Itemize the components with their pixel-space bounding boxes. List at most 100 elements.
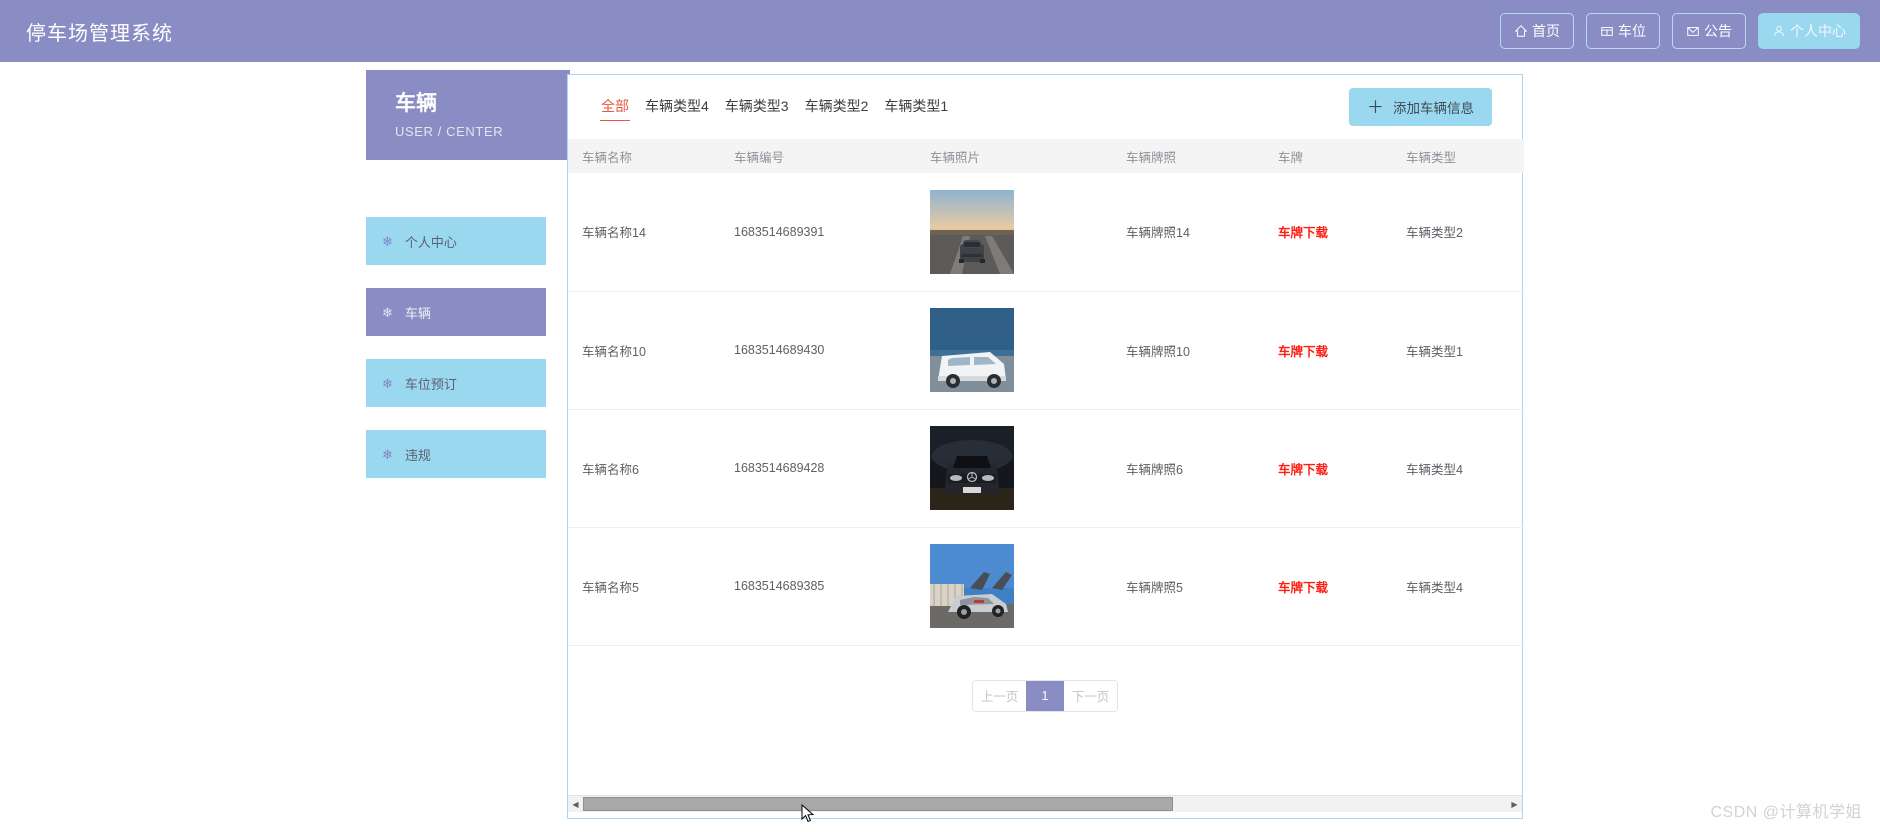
plate-download-link[interactable]: 车牌下载 <box>1278 463 1328 477</box>
app-title: 停车场管理系统 <box>26 22 173 45</box>
cell-vehicle-photo <box>916 409 1112 528</box>
pagination-next-button[interactable]: 下一页 <box>1064 680 1117 711</box>
cell-plate-download: 车牌下载 <box>1264 409 1392 528</box>
app-header: 停车场管理系统 首页 车位 公告 个人中心 <box>0 0 1880 62</box>
cell-vehicle-code: 1683514689430 <box>720 291 916 410</box>
pagination-prev-button[interactable]: 上一页 <box>973 680 1026 711</box>
scroll-right-arrow-icon[interactable]: ▶ <box>1507 796 1522 812</box>
sidebar-title: 车辆 <box>395 92 437 115</box>
cell-vehicle-type: 车辆类型2 <box>1392 173 1524 292</box>
cell-vehicle-name: 车辆名称10 <box>568 291 720 410</box>
nav-button-announcement-label: 公告 <box>1704 23 1732 39</box>
add-vehicle-button-label: 添加车辆信息 <box>1393 101 1474 116</box>
cell-vehicle-code: 1683514689428 <box>720 409 916 528</box>
home-icon <box>1514 24 1528 38</box>
content-card: 全部 车辆类型4 车辆类型3 车辆类型2 车辆类型1 ＋ 添加车辆信息 车辆名称… <box>567 74 1524 819</box>
cell-plate-download: 车牌下载 <box>1264 291 1392 410</box>
pagination-page-1[interactable]: 1 <box>1026 680 1064 711</box>
nav-button-user-center[interactable]: 个人中心 <box>1758 13 1860 49</box>
nav-button-home[interactable]: 首页 <box>1500 13 1574 49</box>
cell-vehicle-photo <box>916 527 1112 646</box>
vehicle-table: 车辆名称 车辆编号 车辆照片 车辆牌照 车牌 车辆类型 车辆名称14 16835… <box>568 139 1524 646</box>
table-row[interactable]: 车辆名称6 1683514689428 车辆牌照6 车牌下载 车辆类型4 <box>568 409 1524 528</box>
tab-vehicle-type-4[interactable]: 车辆类型4 <box>644 94 710 120</box>
cell-plate-photo: 车辆牌照10 <box>1112 291 1264 410</box>
add-vehicle-button[interactable]: ＋ 添加车辆信息 <box>1349 88 1492 126</box>
sidebar-subtitle: USER / CENTER <box>395 124 504 140</box>
plate-download-link[interactable]: 车牌下载 <box>1278 581 1328 595</box>
sidebar-item-label: 违规 <box>404 447 431 463</box>
cell-vehicle-type: 车辆类型1 <box>1392 291 1524 410</box>
grid-icon <box>1600 24 1614 38</box>
column-header-photo: 车辆照片 <box>916 139 1112 173</box>
plate-download-link[interactable]: 车牌下载 <box>1278 345 1328 359</box>
pagination-group: 上一页 1 下一页 <box>972 679 1118 712</box>
nav-button-parking-space[interactable]: 车位 <box>1586 13 1660 49</box>
sidebar-item-space-booking[interactable]: ❄ 车位预订 <box>366 359 546 407</box>
vehicle-photo-thumbnail[interactable] <box>930 544 1014 628</box>
mail-icon <box>1686 24 1700 38</box>
horizontal-scrollbar[interactable]: ◀ ▶ <box>568 795 1522 812</box>
toolbar: 全部 车辆类型4 车辆类型3 车辆类型2 车辆类型1 ＋ 添加车辆信息 <box>568 75 1522 139</box>
sidebar-item-violation[interactable]: ❄ 违规 <box>366 430 546 478</box>
plate-download-link[interactable]: 车牌下载 <box>1278 226 1328 240</box>
cell-plate-download: 车牌下载 <box>1264 527 1392 646</box>
nav-button-user-center-label: 个人中心 <box>1790 23 1846 39</box>
snowflake-icon: ❄ <box>382 304 393 320</box>
cell-vehicle-code: 1683514689385 <box>720 527 916 646</box>
pagination: 上一页 1 下一页 <box>568 679 1522 712</box>
page-body: 车辆 USER / CENTER ❄ 个人中心 ❄ 车辆 ❄ 车位预订 ❄ 违规… <box>0 62 1880 832</box>
cell-vehicle-name: 车辆名称6 <box>568 409 720 528</box>
cell-plate-photo: 车辆牌照5 <box>1112 527 1264 646</box>
sidebar-header: 车辆 USER / CENTER <box>366 70 570 160</box>
cell-vehicle-photo <box>916 173 1112 292</box>
cell-plate-photo: 车辆牌照14 <box>1112 173 1264 292</box>
cell-vehicle-name: 车辆名称14 <box>568 173 720 292</box>
sidebar-item-user-center[interactable]: ❄ 个人中心 <box>366 217 546 265</box>
sidebar-item-label: 车位预订 <box>404 376 457 392</box>
column-header-code: 车辆编号 <box>720 139 916 173</box>
table-body: 车辆名称14 1683514689391 车辆牌照14 车牌下载 车辆类型2 车… <box>568 173 1524 646</box>
tab-vehicle-type-1[interactable]: 车辆类型1 <box>883 94 949 120</box>
vehicle-photo-thumbnail[interactable] <box>930 189 1014 274</box>
watermark: CSDN @计算机学姐 <box>1710 804 1862 821</box>
tab-all[interactable]: 全部 <box>600 94 630 121</box>
table-row[interactable]: 车辆名称10 1683514689430 车辆牌照10 车牌下载 车辆类型1 <box>568 291 1524 410</box>
vehicle-type-tabs: 全部 车辆类型4 车辆类型3 车辆类型2 车辆类型1 <box>600 94 949 121</box>
snowflake-icon: ❄ <box>382 375 393 391</box>
cell-vehicle-code: 1683514689391 <box>720 173 916 292</box>
table-header-row: 车辆名称 车辆编号 车辆照片 车辆牌照 车牌 车辆类型 <box>568 139 1524 173</box>
nav-button-parking-space-label: 车位 <box>1618 23 1646 39</box>
column-header-plate-photo: 车辆牌照 <box>1112 139 1264 173</box>
column-header-plate: 车牌 <box>1264 139 1392 173</box>
sidebar-item-label: 个人中心 <box>404 234 457 250</box>
vehicle-photo-thumbnail[interactable] <box>930 308 1014 392</box>
sidebar-menu: ❄ 个人中心 ❄ 车辆 ❄ 车位预订 ❄ 违规 <box>366 217 546 501</box>
tab-vehicle-type-3[interactable]: 车辆类型3 <box>724 94 790 120</box>
scrollbar-track[interactable] <box>583 796 1507 812</box>
table-row[interactable]: 车辆名称14 1683514689391 车辆牌照14 车牌下载 车辆类型2 <box>568 173 1524 292</box>
cell-vehicle-name: 车辆名称5 <box>568 527 720 646</box>
nav-button-home-label: 首页 <box>1532 23 1560 39</box>
cell-vehicle-photo <box>916 291 1112 410</box>
plus-icon: ＋ <box>1367 97 1384 117</box>
sidebar-item-vehicle[interactable]: ❄ 车辆 <box>366 288 546 336</box>
column-header-type: 车辆类型 <box>1392 139 1524 173</box>
snowflake-icon: ❄ <box>382 446 393 462</box>
sidebar-item-label: 车辆 <box>404 305 431 321</box>
cell-plate-photo: 车辆牌照6 <box>1112 409 1264 528</box>
scroll-left-arrow-icon[interactable]: ◀ <box>568 796 583 812</box>
cell-plate-download: 车牌下载 <box>1264 173 1392 292</box>
tab-vehicle-type-2[interactable]: 车辆类型2 <box>804 94 870 120</box>
nav-button-announcement[interactable]: 公告 <box>1672 13 1746 49</box>
scrollbar-thumb[interactable] <box>583 797 1173 811</box>
cell-vehicle-type: 车辆类型4 <box>1392 409 1524 528</box>
table-head: 车辆名称 车辆编号 车辆照片 车辆牌照 车牌 车辆类型 <box>568 139 1524 173</box>
top-nav: 首页 车位 公告 个人中心 <box>1500 13 1860 49</box>
cell-vehicle-type: 车辆类型4 <box>1392 527 1524 646</box>
vehicle-photo-thumbnail[interactable] <box>930 426 1014 510</box>
column-header-name: 车辆名称 <box>568 139 720 173</box>
user-icon <box>1772 24 1786 38</box>
snowflake-icon: ❄ <box>382 233 393 249</box>
table-row[interactable]: 车辆名称5 1683514689385 车辆牌照5 车牌下载 车辆类型4 <box>568 527 1524 646</box>
